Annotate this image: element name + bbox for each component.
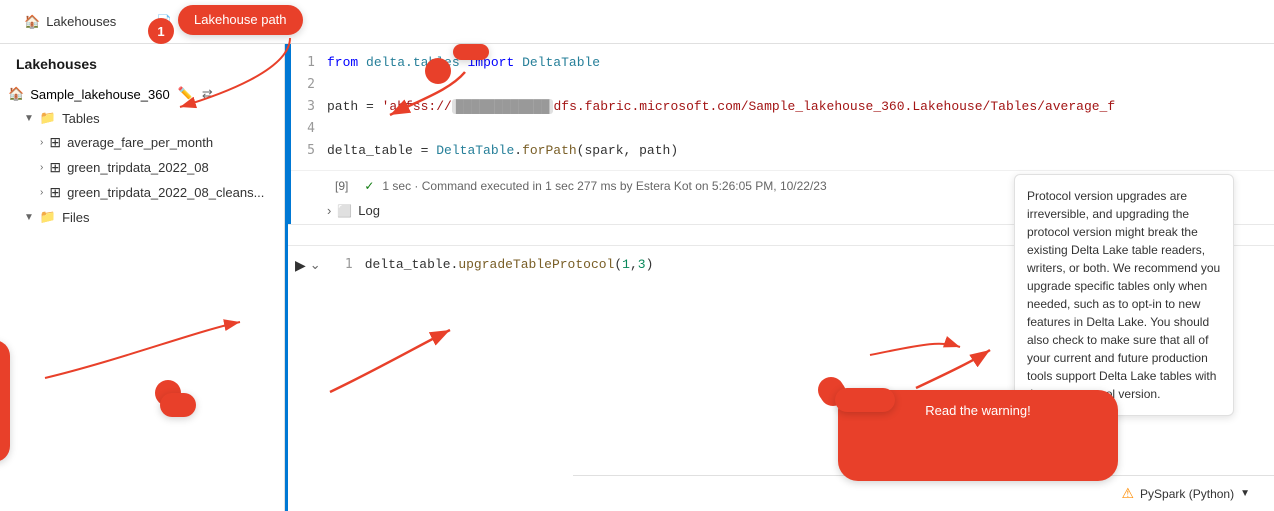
chevron-icon: ›	[40, 162, 43, 173]
warning-triangle-icon: ⚠	[1121, 485, 1134, 502]
lake-header[interactable]: 🏠 Sample_lakehouse_360 ✏️ ⇄	[0, 80, 284, 106]
lake-name: Sample_lakehouse_360	[30, 87, 170, 102]
sidebar: Lakehouses 🏠 Sample_lakehouse_360 ✏️ ⇄ ▼…	[0, 44, 285, 511]
sidebar-title: Lakehouses	[0, 44, 284, 80]
cell-controls: ▶ ⌄	[291, 246, 329, 284]
expand-icon[interactable]: ›	[327, 203, 331, 218]
files-chevron-icon: ▼	[24, 212, 34, 223]
run-button[interactable]: ▶	[295, 257, 306, 274]
chevron-icon: ›	[40, 137, 43, 148]
editor-area: 1 2 3 4 5 from delta.tables import Delta…	[288, 44, 1274, 511]
table-icon: ⊞	[49, 159, 61, 176]
lake-pencil-icon[interactable]: ✏️	[178, 86, 194, 102]
files-label: Files	[62, 210, 276, 225]
ann1-circle-fixed	[425, 58, 451, 84]
lakehouses-label: Lakehouses	[46, 14, 116, 29]
tables-label: Tables	[62, 111, 276, 126]
log-label: Log	[358, 203, 380, 218]
table-item-2[interactable]: › ⊞ green_tripdata_2022_08_cleans...	[32, 180, 284, 205]
ann1-bubble-fixed	[453, 44, 489, 60]
lake-refresh-icon[interactable]: ⇄	[202, 86, 213, 102]
tables-group[interactable]: ▼ 📁 Tables	[16, 106, 284, 130]
table-icon: ⊞	[49, 134, 61, 151]
pyspark-selector[interactable]: ⚠ PySpark (Python) ▼	[1113, 481, 1258, 506]
lake-icon: 🏠	[8, 86, 24, 102]
table-name-1: green_tripdata_2022_08	[67, 160, 276, 175]
warning-box: Protocol version upgrades are irreversib…	[1014, 174, 1234, 416]
table-name-0: average_fare_per_month	[67, 135, 276, 150]
files-section: ▼ 📁 Files	[0, 205, 284, 229]
ann3-bubble-fixed	[835, 388, 895, 412]
code-content-1[interactable]: from delta.tables import DeltaTable path…	[327, 52, 1274, 162]
ann2-bubble-fixed	[160, 393, 196, 417]
tables-chevron-icon: ▼	[24, 113, 34, 124]
lakehouse-icon: 🏠	[24, 14, 40, 30]
output-text: 1 sec · Command executed in 1 sec 277 ms…	[382, 179, 826, 193]
cell-menu-icon[interactable]: ⌄	[310, 257, 321, 273]
pyspark-label: PySpark (Python)	[1140, 487, 1234, 501]
line-numbers-2: 1	[329, 254, 365, 276]
line-numbers-1: 1 2 3 4 5	[291, 52, 327, 162]
chevron-down-icon: ▼	[1240, 488, 1250, 499]
check-icon: ✓	[364, 179, 374, 193]
table-item-1[interactable]: › ⊞ green_tripdata_2022_08	[32, 155, 284, 180]
log-icon: ⬜	[337, 204, 352, 218]
table-icon: ⊞	[49, 184, 61, 201]
tables-section: ▼ 📁 Tables › ⊞ average_fare_per_month › …	[0, 106, 284, 205]
exec-number: [9]	[327, 175, 356, 197]
table-items: › ⊞ average_fare_per_month › ⊞ green_tri…	[16, 130, 284, 205]
files-folder-icon: 📁	[40, 209, 56, 225]
warning-text: Protocol version upgrades are irreversib…	[1027, 187, 1221, 403]
files-group[interactable]: ▼ 📁 Files	[16, 205, 284, 229]
folder-icon: 📁	[40, 110, 56, 126]
table-name-2: green_tripdata_2022_08_cleans...	[67, 185, 276, 200]
table-item-0[interactable]: › ⊞ average_fare_per_month	[32, 130, 284, 155]
chevron-icon: ›	[40, 187, 43, 198]
main-layout: Lakehouses 🏠 Sample_lakehouse_360 ✏️ ⇄ ▼…	[0, 44, 1274, 511]
lakehouses-nav[interactable]: 🏠 Lakehouses	[16, 10, 124, 34]
